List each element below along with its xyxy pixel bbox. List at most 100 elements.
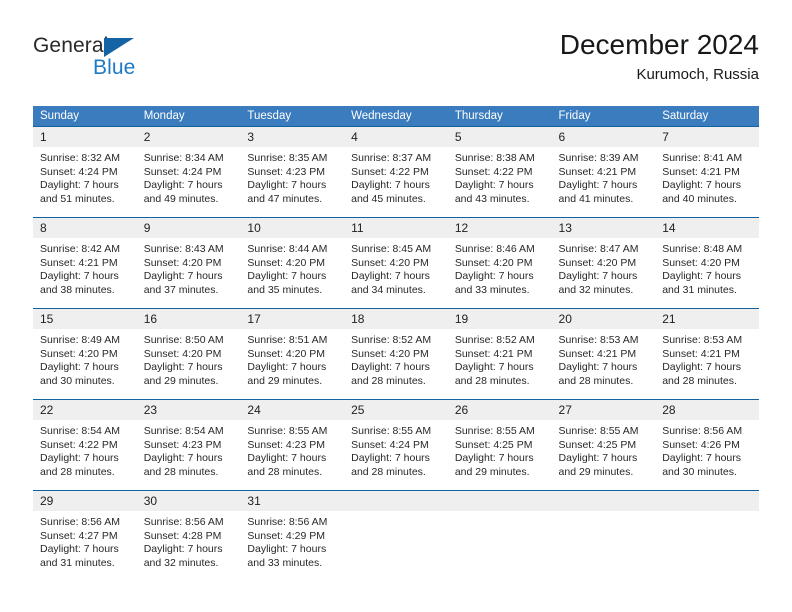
sunset-text: Sunset: 4:23 PM xyxy=(247,165,326,178)
sunset-text: Sunset: 4:21 PM xyxy=(558,347,637,360)
calendar-day-cell[interactable]: 30 Sunrise: 8:56 AM Sunset: 4:28 PM Dayligh… xyxy=(136,490,241,581)
calendar-day-cell[interactable]: 9 Sunrise: 8:43 AM Sunset: 4:20 PM Daylight… xyxy=(136,217,241,309)
day-number: 24 xyxy=(240,400,345,420)
calendar-day-cell[interactable]: 25 Sunrise: 8:55 AM Sunset: 4:24 PM Dayligh… xyxy=(344,399,448,491)
calendar-day-cell[interactable]: 1 Sunrise: 8:32 AM Sunset: 4:24 PM Daylight… xyxy=(33,126,137,218)
day-number: 4 xyxy=(344,127,448,147)
day-number: 27 xyxy=(551,400,656,420)
calendar-day-cell[interactable]: 5 Sunrise: 8:38 AM Sunset: 4:22 PM Daylight… xyxy=(447,126,552,218)
daylight-text-line2: and 28 minutes. xyxy=(662,374,737,387)
daylight-text-line2: and 28 minutes. xyxy=(454,374,530,387)
calendar-day-cell[interactable]: 18 Sunrise: 8:52 AM Sunset: 4:20 PM Dayligh… xyxy=(344,308,448,400)
sunset-text: Sunset: 4:20 PM xyxy=(247,347,326,360)
calendar-day-cell[interactable]: 16 Sunrise: 8:50 AM Sunset: 4:20 PM Dayligh… xyxy=(136,308,241,400)
calendar-week-row: 8 Sunrise: 8:42 AM Sunset: 4:21 PM Daylight… xyxy=(33,217,759,309)
day-cell-inner: 3 Sunrise: 8:35 AM Sunset: 4:23 PM Daylight… xyxy=(240,127,345,217)
page-subtitle: Kurumoch, Russia xyxy=(636,66,759,83)
day-cell-inner: 4 Sunrise: 8:37 AM Sunset: 4:22 PM Daylight… xyxy=(344,127,448,217)
daylight-text-line2: and 28 minutes. xyxy=(40,465,115,478)
calendar-day-cell[interactable]: 22 Sunrise: 8:54 AM Sunset: 4:22 PM Dayligh… xyxy=(33,399,137,491)
calendar-day-cell[interactable]: 21 Sunrise: 8:53 AM Sunset: 4:21 PM Dayligh… xyxy=(655,308,759,400)
sunrise-text: Sunrise: 8:56 AM xyxy=(143,516,224,528)
daylight-text-line2: and 32 minutes. xyxy=(558,283,634,296)
day-cell-inner: 26 Sunrise: 8:55 AM Sunset: 4:25 PM Dayligh… xyxy=(447,400,552,490)
day-cell-inner: 29 Sunrise: 8:56 AM Sunset: 4:27 PM Dayligh… xyxy=(33,491,137,581)
day-cell-inner: 28 Sunrise: 8:56 AM Sunset: 4:26 PM Dayligh… xyxy=(655,400,759,490)
sunrise-text: Sunrise: 8:54 AM xyxy=(40,425,120,437)
calendar-day-cell[interactable]: 7 Sunrise: 8:41 AM Sunset: 4:21 PM Daylight… xyxy=(655,126,759,218)
daylight-text-line2: and 38 minutes. xyxy=(40,283,115,296)
sunset-text: Sunset: 4:20 PM xyxy=(558,256,637,269)
calendar-day-cell[interactable]: 23 Sunrise: 8:54 AM Sunset: 4:23 PM Dayligh… xyxy=(136,399,241,491)
day-number: 2 xyxy=(136,127,241,147)
daylight-text-line1: Daylight: 7 hours xyxy=(454,452,534,464)
day-number: 6 xyxy=(551,127,656,147)
calendar-day-cell[interactable]: 27 Sunrise: 8:55 AM Sunset: 4:25 PM Dayligh… xyxy=(551,399,656,491)
calendar-day-cell[interactable]: 14 Sunrise: 8:48 AM Sunset: 4:20 PM Dayligh… xyxy=(655,217,759,309)
sunrise-text: Sunrise: 8:53 AM xyxy=(558,334,639,346)
sunset-text: Sunset: 4:22 PM xyxy=(40,438,118,451)
calendar-day-cell[interactable]: 29 Sunrise: 8:56 AM Sunset: 4:27 PM Dayligh… xyxy=(33,490,137,581)
daylight-text-line1: Daylight: 7 hours xyxy=(143,543,223,555)
daylight-text-line2: and 29 minutes. xyxy=(247,374,323,387)
calendar-day-cell[interactable]: 4 Sunrise: 8:37 AM Sunset: 4:22 PM Daylight… xyxy=(344,126,448,218)
calendar-day-cell[interactable]: 6 Sunrise: 8:39 AM Sunset: 4:21 PM Daylight… xyxy=(551,126,656,218)
calendar-table: Sunday Monday Tuesday Wednesday Thursday… xyxy=(33,106,759,581)
day-cell-inner: 25 Sunrise: 8:55 AM Sunset: 4:24 PM Dayligh… xyxy=(344,400,448,490)
day-number: 31 xyxy=(240,491,345,511)
sunset-text: Sunset: 4:24 PM xyxy=(351,438,429,451)
calendar-day-cell[interactable]: 11 Sunrise: 8:45 AM Sunset: 4:20 PM Dayligh… xyxy=(344,217,448,309)
day-cell-inner: 7 Sunrise: 8:41 AM Sunset: 4:21 PM Daylight… xyxy=(655,127,759,217)
day-number: 15 xyxy=(33,309,137,329)
sunrise-text: Sunrise: 8:48 AM xyxy=(662,243,743,255)
calendar-day-cell[interactable]: 24 Sunrise: 8:55 AM Sunset: 4:23 PM Dayligh… xyxy=(240,399,345,491)
calendar-day-cell[interactable]: 15 Sunrise: 8:49 AM Sunset: 4:20 PM Dayligh… xyxy=(33,308,137,400)
daylight-text-line1: Daylight: 7 hours xyxy=(454,361,534,373)
day-cell-inner: 23 Sunrise: 8:54 AM Sunset: 4:23 PM Dayligh… xyxy=(136,400,241,490)
daylight-text-line2: and 37 minutes. xyxy=(143,283,219,296)
calendar-day-cell[interactable]: 19 Sunrise: 8:52 AM Sunset: 4:21 PM Dayligh… xyxy=(447,308,552,400)
sunset-text: Sunset: 4:24 PM xyxy=(40,165,118,178)
calendar-day-cell[interactable]: 3 Sunrise: 8:35 AM Sunset: 4:23 PM Daylight… xyxy=(240,126,345,218)
calendar-day-cell[interactable]: 20 Sunrise: 8:53 AM Sunset: 4:21 PM Dayligh… xyxy=(551,308,656,400)
weekday-header-thursday: Thursday xyxy=(447,106,552,127)
daylight-text-line1: Daylight: 7 hours xyxy=(351,179,430,191)
day-number: 22 xyxy=(33,400,137,420)
daylight-text-line2: and 32 minutes. xyxy=(143,556,219,569)
sunset-text: Sunset: 4:23 PM xyxy=(143,438,222,451)
calendar-day-cell[interactable]: 28 Sunrise: 8:56 AM Sunset: 4:26 PM Dayligh… xyxy=(655,399,759,491)
daylight-text-line1: Daylight: 7 hours xyxy=(40,361,119,373)
daylight-text-line1: Daylight: 7 hours xyxy=(247,270,327,282)
daylight-text-line2: and 28 minutes. xyxy=(351,374,426,387)
day-cell-inner: 10 Sunrise: 8:44 AM Sunset: 4:20 PM Dayligh… xyxy=(240,218,345,308)
daylight-text-line1: Daylight: 7 hours xyxy=(351,452,430,464)
day-details: Sunrise: 8:54 AM Sunset: 4:22 PM Daylight:… xyxy=(33,420,137,479)
calendar-day-cell[interactable]: 12 Sunrise: 8:46 AM Sunset: 4:20 PM Dayligh… xyxy=(447,217,552,309)
calendar-day-cell[interactable]: 2 Sunrise: 8:34 AM Sunset: 4:24 PM Daylight… xyxy=(136,126,241,218)
sunrise-text: Sunrise: 8:35 AM xyxy=(247,152,328,164)
day-details: Sunrise: 8:38 AM Sunset: 4:22 PM Daylight:… xyxy=(448,147,552,206)
calendar-day-cell[interactable]: 26 Sunrise: 8:55 AM Sunset: 4:25 PM Dayligh… xyxy=(447,399,552,491)
calendar-day-cell[interactable]: 17 Sunrise: 8:51 AM Sunset: 4:20 PM Dayligh… xyxy=(240,308,345,400)
day-number: 19 xyxy=(447,309,552,329)
sunset-text: Sunset: 4:20 PM xyxy=(40,347,118,360)
day-number: 20 xyxy=(551,309,656,329)
sunset-text: Sunset: 4:21 PM xyxy=(558,165,637,178)
calendar-day-cell[interactable]: 8 Sunrise: 8:42 AM Sunset: 4:21 PM Daylight… xyxy=(33,217,137,309)
day-details: Sunrise: 8:55 AM Sunset: 4:23 PM Daylight:… xyxy=(240,420,344,479)
day-details: Sunrise: 8:44 AM Sunset: 4:20 PM Daylight:… xyxy=(240,238,344,297)
day-number: 18 xyxy=(344,309,448,329)
calendar-day-cell[interactable]: 10 Sunrise: 8:44 AM Sunset: 4:20 PM Dayligh… xyxy=(240,217,345,309)
day-number: 30 xyxy=(136,491,241,511)
calendar-day-cell[interactable]: 13 Sunrise: 8:47 AM Sunset: 4:20 PM Dayligh… xyxy=(551,217,656,309)
day-number: 12 xyxy=(447,218,552,238)
sunset-text: Sunset: 4:20 PM xyxy=(454,256,533,269)
day-number: 26 xyxy=(447,400,552,420)
daylight-text-line2: and 28 minutes. xyxy=(143,465,219,478)
calendar-day-cell[interactable]: 31 Sunrise: 8:56 AM Sunset: 4:29 PM Dayligh… xyxy=(240,490,345,581)
sunrise-text: Sunrise: 8:55 AM xyxy=(558,425,639,437)
sunrise-text: Sunrise: 8:45 AM xyxy=(351,243,432,255)
daylight-text-line1: Daylight: 7 hours xyxy=(454,179,534,191)
general-blue-logo[interactable]: General Blue xyxy=(33,34,253,90)
logo-text-general: General xyxy=(33,34,109,57)
